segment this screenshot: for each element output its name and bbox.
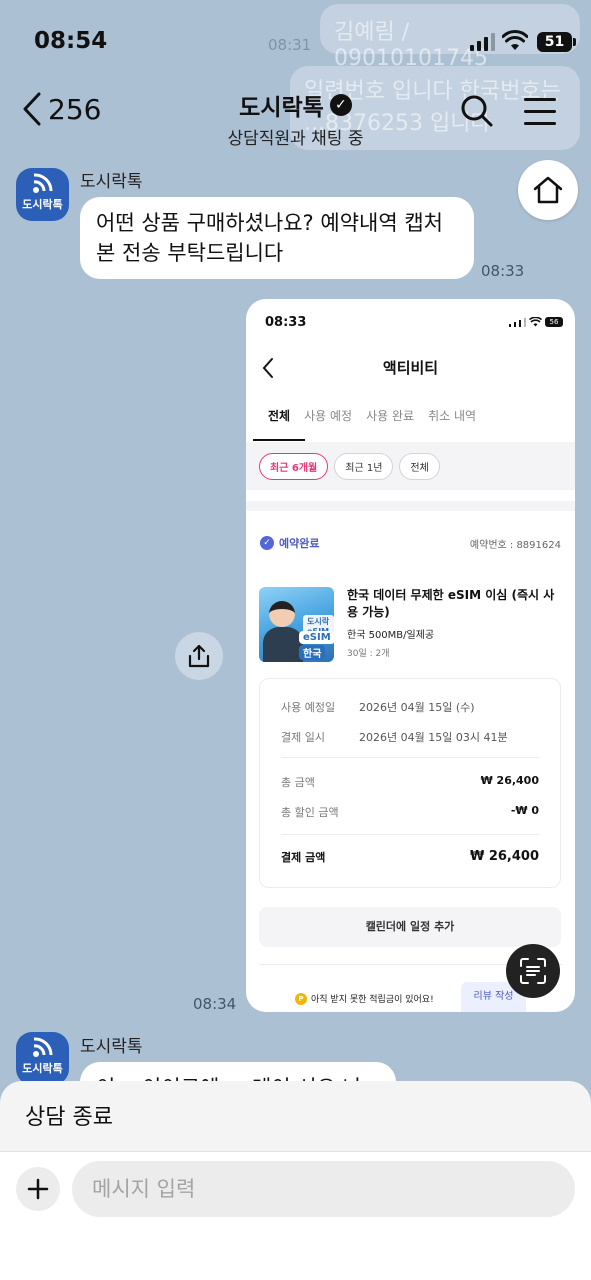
- divider: [281, 757, 539, 758]
- detail-row: 사용 예정일 2026년 04월 15일 (수): [281, 699, 539, 715]
- chat-title: 도시락톡 ✓: [239, 88, 352, 122]
- image-reservation-number: 예약번호 : 8891624: [469, 539, 561, 551]
- battery-icon: 51: [537, 32, 576, 52]
- verified-badge-icon: ✓: [329, 94, 352, 116]
- attach-button[interactable]: [16, 1167, 60, 1211]
- image-filter-chip: 최근 6개월: [259, 453, 329, 480]
- chat-subtitle: 상담직원과 채팅 중: [227, 129, 364, 149]
- coin-icon: P: [295, 992, 307, 1005]
- detail-label: 결제 일시: [281, 731, 325, 744]
- message-time: 08:33: [481, 262, 525, 280]
- add-calendar-button: 캘린더에 일정 추가: [259, 907, 561, 947]
- menu-line: [524, 122, 556, 125]
- battery-icon: 56: [545, 317, 563, 327]
- share-icon: [188, 644, 210, 668]
- search-icon: [461, 95, 493, 127]
- thumbnail-country-tag: 한국: [299, 645, 326, 660]
- image-status-label: ✓ 예약완료: [260, 535, 319, 551]
- rss-icon: [32, 1037, 53, 1057]
- amount-value: ₩ 26,400: [480, 774, 539, 787]
- message-bubble[interactable]: 어떤 상품 구매하셨나요? 예약내역 캡처본 전송 부탁드립니다: [80, 197, 474, 279]
- total-label: 결제 금액: [281, 851, 326, 864]
- detail-value: 2026년 04월 15일 03시 41분: [359, 731, 508, 744]
- image-filter-chip: 전체: [399, 453, 440, 480]
- status-bar: 08:54 51: [0, 0, 591, 86]
- avatar-label: 도시락톡: [22, 1062, 63, 1075]
- menu-button[interactable]: [524, 98, 556, 134]
- sender-name: 도시락톡: [80, 172, 143, 192]
- image-tab: 전체: [268, 409, 291, 423]
- chat-title-text: 도시락톡: [239, 95, 324, 121]
- image-tab: 사용 예정: [304, 409, 353, 423]
- check-icon: ✓: [260, 536, 274, 550]
- image-tabs: 전체 사용 예정 사용 완료 취소 내역: [254, 407, 575, 424]
- menu-line: [524, 110, 556, 113]
- product-thumbnail: 도시락eSIM eSIM 한국: [259, 587, 334, 662]
- home-button[interactable]: [518, 160, 578, 220]
- shared-image[interactable]: 08:33 56 액티비티 전체 사용 예정 사용 완료 취소 내역 최근 6개…: [246, 299, 575, 1012]
- amount-row: 총 할인 금액 -₩ 0: [281, 804, 539, 820]
- total-row: 결제 금액 ₩ 26,400: [281, 849, 539, 865]
- thumbnail-person: [269, 601, 295, 627]
- image-filters: 최근 6개월 최근 1년 전체: [259, 453, 440, 480]
- product-option: 한국 500MB/일제공: [347, 630, 435, 641]
- wifi-icon: [502, 30, 528, 50]
- plus-icon: [27, 1178, 49, 1200]
- share-button[interactable]: [175, 632, 223, 680]
- detail-label: 사용 예정일: [281, 701, 336, 714]
- payment-detail-box: 사용 예정일 2026년 04월 15일 (수) 결제 일시 2026년 04월 1…: [259, 678, 561, 888]
- text-scan-button[interactable]: [506, 944, 560, 998]
- image-tab: 취소 내역: [428, 409, 477, 423]
- avatar[interactable]: 도시락톡: [16, 168, 69, 221]
- bottom-panel: 상담 종료: [0, 1081, 591, 1280]
- status-time: 08:54: [34, 28, 108, 54]
- product-info: 한국 데이터 무제한 eSIM 이심 (즉시 사용 가능) 한국 500MB/일…: [347, 587, 561, 659]
- chat-title-area: 도시락톡 ✓ 상담직원과 채팅 중: [0, 88, 591, 149]
- search-button[interactable]: [460, 94, 494, 132]
- divider: [281, 834, 539, 835]
- image-status-text: 예약완료: [279, 537, 320, 550]
- scan-text-icon: [520, 958, 546, 984]
- avatar-label: 도시락톡: [22, 198, 63, 211]
- cellular-signal-icon: [470, 33, 495, 51]
- chat-header: 256 도시락톡 ✓ 상담직원과 채팅 중: [0, 86, 591, 149]
- avatar[interactable]: 도시락톡: [16, 1032, 69, 1085]
- end-chat-button[interactable]: 상담 종료: [25, 1099, 113, 1131]
- amount-value: -₩ 0: [510, 804, 539, 817]
- message-input[interactable]: [72, 1161, 575, 1217]
- reward-text: 아직 받지 못한 적립금이 있어요!: [311, 995, 434, 1005]
- image-divider: [246, 501, 575, 511]
- image-status-time: 08:33: [265, 315, 307, 330]
- menu-line: [524, 98, 556, 101]
- wifi-icon: [529, 317, 542, 327]
- amount-label: 총 금액: [281, 776, 315, 789]
- thumbnail-person-body: [263, 627, 303, 662]
- detail-value: 2026년 04월 15일 (수): [359, 701, 475, 714]
- amount-label: 총 할인 금액: [281, 806, 339, 819]
- image-page-title: 액티비티: [382, 359, 439, 377]
- total-value: ₩ 26,400: [469, 849, 539, 864]
- product-name: 한국 데이터 무제한 eSIM 이심 (즉시 사용 가능): [347, 588, 555, 619]
- detail-row: 결제 일시 2026년 04월 15일 03시 41분: [281, 729, 539, 745]
- image-tab: 사용 완료: [366, 409, 415, 423]
- thumbnail-esim-tag: eSIM: [299, 631, 334, 644]
- home-icon: [533, 176, 563, 204]
- image-status-icons: 56: [509, 317, 563, 327]
- sender-name: 도시락톡: [80, 1037, 143, 1057]
- reward-notice: P 아직 받지 못한 적립금이 있어요!: [295, 992, 434, 1005]
- product-quantity: 30일 : 2개: [347, 649, 390, 659]
- image-filter-chip: 최근 1년: [334, 453, 394, 480]
- rss-icon: [32, 173, 53, 193]
- image-tab-indicator: [253, 439, 305, 441]
- image-reservation-status: ✓ 예약완료 예약번호 : 8891624: [260, 535, 561, 551]
- amount-row: 총 금액 ₩ 26,400: [281, 774, 539, 790]
- message-time: 08:34: [193, 995, 237, 1013]
